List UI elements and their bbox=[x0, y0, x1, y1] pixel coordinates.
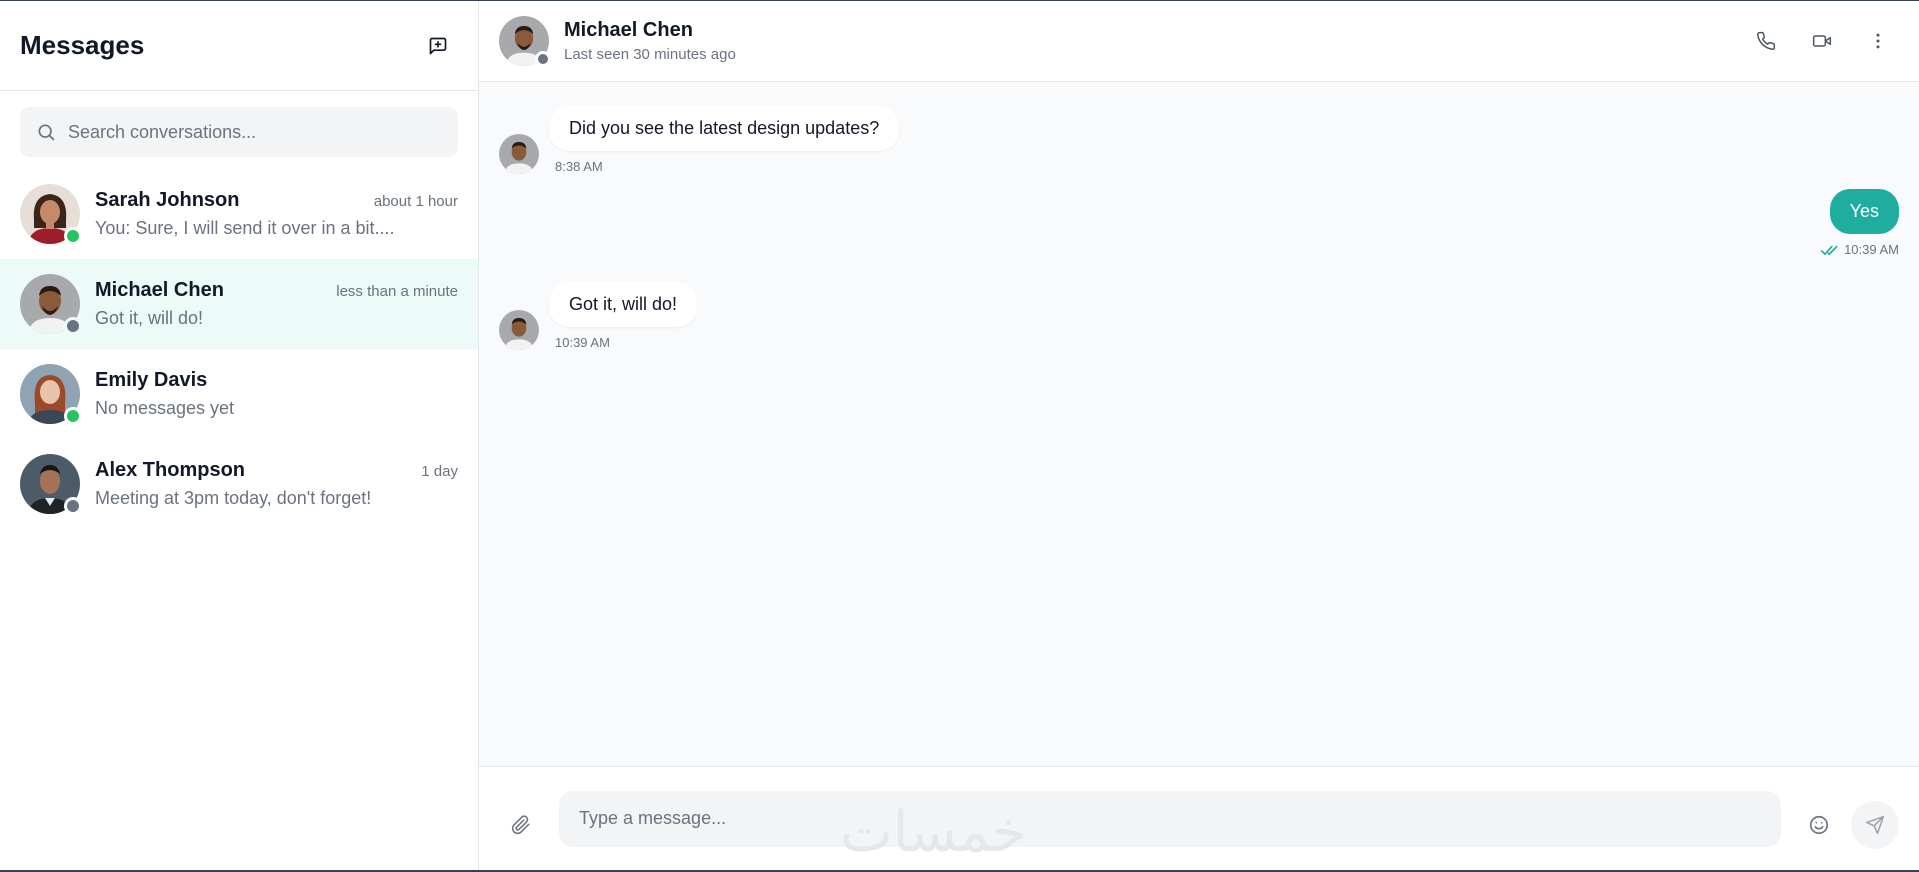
contact-avatar-container[interactable] bbox=[499, 16, 551, 67]
offline-status-indicator bbox=[64, 497, 82, 515]
messaging-app: Messages Search conversations... Sarah J… bbox=[0, 0, 1919, 872]
conversation-preview: Got it, will do! bbox=[95, 308, 204, 328]
message-bubble: Did you see the latest design updates? bbox=[549, 106, 900, 151]
message-column: Got it, will do! 10:39 AM bbox=[549, 282, 698, 350]
sidebar: Messages Search conversations... Sarah J… bbox=[0, 1, 479, 870]
search-container bbox=[0, 91, 478, 169]
attach-button[interactable] bbox=[499, 803, 543, 847]
message-input-container bbox=[559, 790, 1781, 847]
message-time: 10:39 AM bbox=[555, 335, 610, 350]
conversation-time: less than a minute bbox=[336, 283, 458, 300]
conversation-body: Michael Chen less than a minute Got it, … bbox=[95, 279, 458, 329]
paperclip-icon bbox=[511, 814, 530, 834]
send-button[interactable] bbox=[1851, 800, 1899, 849]
conversation-preview: No messages yet bbox=[95, 398, 235, 418]
chat-header-actions bbox=[1745, 20, 1899, 62]
message-composer bbox=[479, 766, 1919, 870]
message-bubble: Got it, will do! bbox=[549, 282, 698, 327]
conversation-name: Emily Davis bbox=[95, 369, 208, 391]
more-options-button[interactable] bbox=[1857, 20, 1899, 62]
new-message-button[interactable] bbox=[418, 26, 458, 66]
online-status-indicator bbox=[64, 227, 82, 245]
voice-call-button[interactable] bbox=[1745, 20, 1787, 62]
contact-info: Michael Chen Last seen 30 minutes ago bbox=[564, 19, 1745, 63]
avatar-container bbox=[20, 274, 82, 335]
conversation-preview: You: Sure, I will send it over in a bit.… bbox=[95, 218, 395, 238]
video-icon bbox=[1812, 35, 1832, 47]
conversation-time: 1 day bbox=[421, 463, 458, 480]
chat-panel: Michael Chen Last seen 30 minutes ago Di… bbox=[479, 1, 1919, 870]
message-meta: 10:39 AM bbox=[1820, 242, 1899, 257]
conversation-top-row: Michael Chen less than a minute bbox=[95, 279, 458, 302]
conversation-preview: Meeting at 3pm today, don't forget! bbox=[95, 488, 372, 508]
contact-name: Michael Chen bbox=[564, 19, 693, 41]
conversation-top-row: Emily Davis bbox=[95, 369, 458, 392]
conversation-top-row: Alex Thompson 1 day bbox=[95, 459, 458, 482]
conversation-body: Sarah Johnson about 1 hour You: Sure, I … bbox=[95, 189, 458, 239]
online-status-indicator bbox=[64, 407, 82, 425]
conversation-name: Sarah Johnson bbox=[95, 189, 240, 211]
conversation-top-row: Sarah Johnson about 1 hour bbox=[95, 189, 458, 212]
conversation-item-active[interactable]: Michael Chen less than a minute Got it, … bbox=[0, 259, 478, 349]
avatar-container bbox=[20, 454, 82, 515]
incoming-message: Did you see the latest design updates? 8… bbox=[499, 102, 900, 174]
chat-header: Michael Chen Last seen 30 minutes ago bbox=[479, 1, 1919, 82]
contact-status: Last seen 30 minutes ago bbox=[564, 46, 736, 63]
new-message-icon bbox=[429, 37, 447, 54]
conversation-item[interactable]: Sarah Johnson about 1 hour You: Sure, I … bbox=[0, 169, 478, 259]
send-icon bbox=[1865, 815, 1885, 834]
smile-icon bbox=[1809, 815, 1829, 834]
search-box bbox=[20, 107, 458, 157]
message-time: 10:39 AM bbox=[1844, 242, 1899, 257]
sender-avatar bbox=[499, 310, 539, 350]
conversation-body: Emily Davis No messages yet bbox=[95, 369, 458, 419]
conversation-body: Alex Thompson 1 day Meeting at 3pm today… bbox=[95, 459, 458, 509]
conversation-name: Michael Chen bbox=[95, 279, 224, 301]
offline-status-indicator bbox=[64, 317, 82, 335]
conversation-item[interactable]: Emily Davis No messages yet bbox=[0, 349, 478, 439]
sidebar-title: Messages bbox=[20, 30, 145, 60]
conversation-list: Sarah Johnson about 1 hour You: Sure, I … bbox=[0, 169, 478, 529]
video-call-button[interactable] bbox=[1801, 20, 1843, 62]
search-icon bbox=[38, 124, 55, 141]
phone-icon bbox=[1757, 31, 1776, 50]
conversation-name: Alex Thompson bbox=[95, 459, 246, 481]
more-vertical-icon bbox=[1876, 33, 1880, 49]
message-time: 8:38 AM bbox=[555, 159, 603, 174]
incoming-message: Got it, will do! 10:39 AM bbox=[499, 278, 698, 350]
message-input[interactable] bbox=[579, 808, 1761, 829]
emoji-button[interactable] bbox=[1797, 803, 1841, 847]
offline-status-indicator bbox=[535, 51, 551, 67]
outgoing-message: Yes 10:39 AM bbox=[1820, 189, 1899, 257]
sender-avatar bbox=[499, 134, 539, 174]
message-column: Did you see the latest design updates? 8… bbox=[549, 106, 900, 174]
message-list: Did you see the latest design updates? 8… bbox=[479, 82, 1919, 766]
sidebar-header: Messages bbox=[0, 1, 478, 91]
message-bubble-out: Yes bbox=[1829, 189, 1899, 234]
avatar-container bbox=[20, 364, 82, 425]
double-check-icon bbox=[1820, 245, 1838, 255]
conversation-time: about 1 hour bbox=[373, 193, 458, 210]
conversation-item[interactable]: Alex Thompson 1 day Meeting at 3pm today… bbox=[0, 439, 478, 529]
avatar-container bbox=[20, 184, 82, 245]
search-input[interactable] bbox=[68, 121, 442, 143]
